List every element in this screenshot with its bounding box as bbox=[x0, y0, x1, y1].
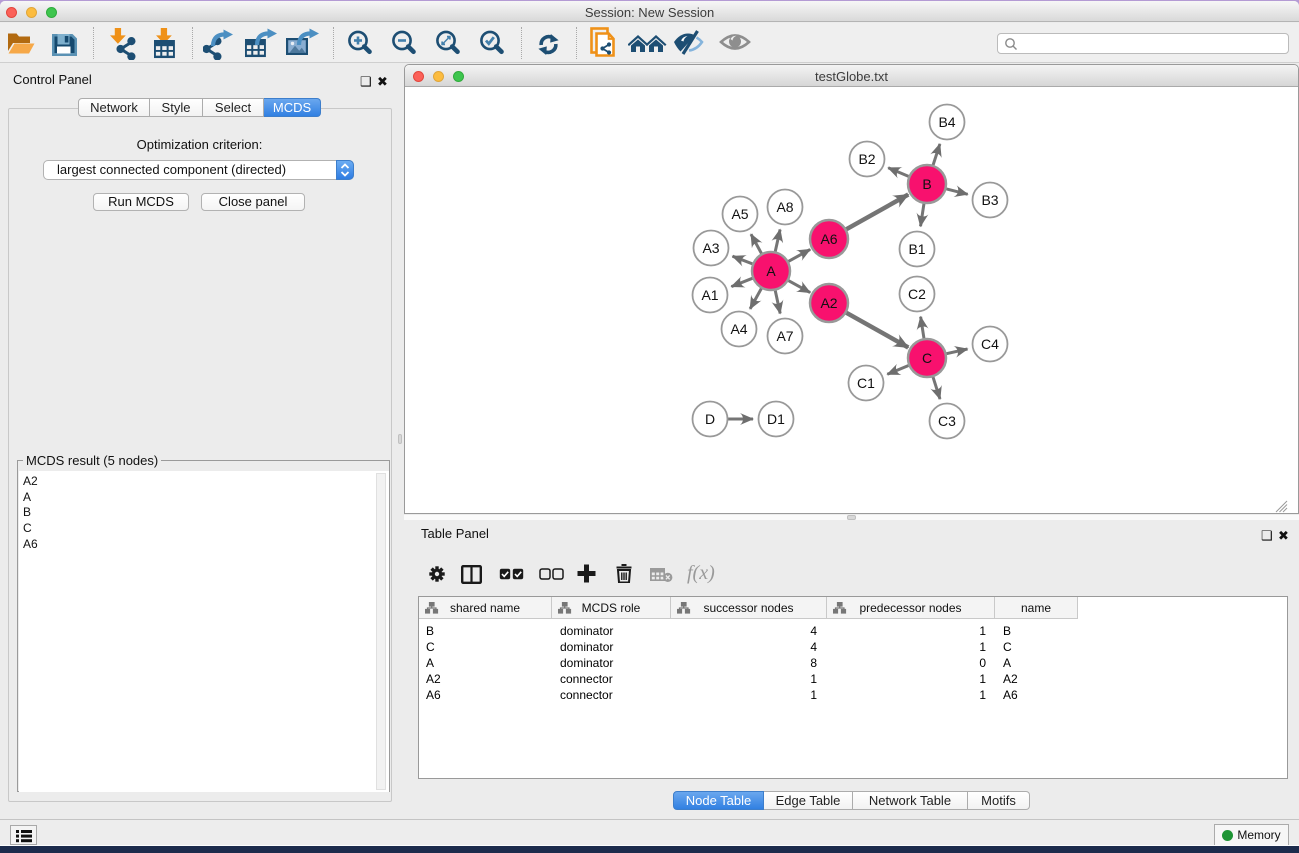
svg-text:C2: C2 bbox=[908, 286, 926, 302]
svg-text:A: A bbox=[766, 263, 776, 279]
svg-text:A7: A7 bbox=[776, 328, 793, 344]
svg-text:B4: B4 bbox=[938, 114, 955, 130]
svg-text:A8: A8 bbox=[776, 199, 793, 215]
svg-text:C3: C3 bbox=[938, 413, 956, 429]
svg-text:A3: A3 bbox=[702, 240, 719, 256]
svg-text:A4: A4 bbox=[730, 321, 747, 337]
svg-text:D: D bbox=[705, 411, 715, 427]
svg-text:D1: D1 bbox=[767, 411, 785, 427]
svg-text:A1: A1 bbox=[701, 287, 718, 303]
svg-text:B1: B1 bbox=[908, 241, 925, 257]
svg-text:C4: C4 bbox=[981, 336, 999, 352]
svg-text:C: C bbox=[922, 350, 932, 366]
svg-text:C1: C1 bbox=[857, 375, 875, 391]
svg-text:B: B bbox=[922, 176, 931, 192]
svg-text:B3: B3 bbox=[981, 192, 998, 208]
svg-text:B2: B2 bbox=[858, 151, 875, 167]
svg-text:A2: A2 bbox=[820, 295, 837, 311]
svg-text:A5: A5 bbox=[731, 206, 748, 222]
svg-text:A6: A6 bbox=[820, 231, 837, 247]
